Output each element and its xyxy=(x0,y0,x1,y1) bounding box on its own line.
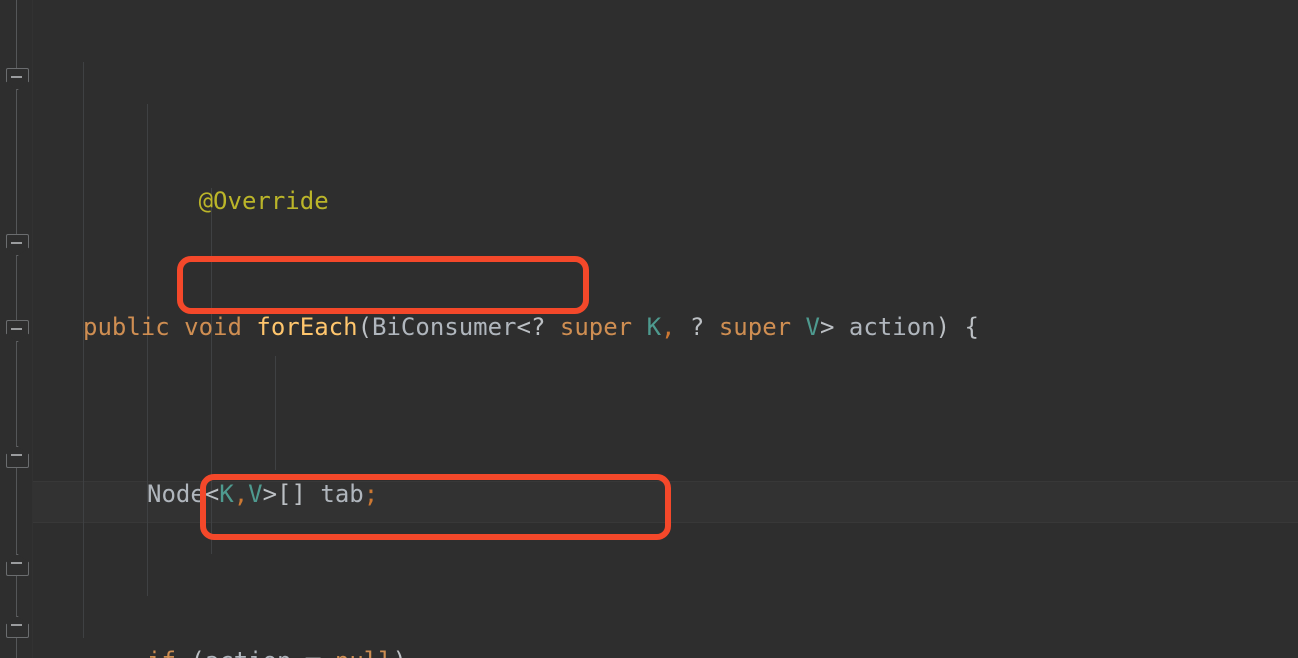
fold-marker-collapse-icon[interactable] xyxy=(6,66,29,90)
fold-marker-end-icon[interactable] xyxy=(6,614,29,638)
code-line[interactable]: if (action ═ null) xyxy=(33,641,1298,658)
fold-marker-collapse-icon[interactable] xyxy=(6,232,29,256)
code-editor-screen: @Override public void forEach(BiConsumer… xyxy=(0,0,1298,658)
fold-marker-end-icon[interactable] xyxy=(6,552,29,576)
editor-gutter xyxy=(0,0,33,658)
code-line[interactable]: public void forEach(BiConsumer<? super K… xyxy=(33,307,1298,349)
fold-marker-end-icon[interactable] xyxy=(6,444,29,468)
editor-surface[interactable]: @Override public void forEach(BiConsumer… xyxy=(33,0,1298,658)
code-text[interactable]: @Override public void forEach(BiConsumer… xyxy=(33,0,1298,658)
annotation-token: @Override xyxy=(198,187,329,216)
code-line[interactable]: Node<K,V>[] tab; xyxy=(33,474,1298,516)
fold-marker-collapse-icon[interactable] xyxy=(6,318,29,342)
code-line[interactable]: @Override xyxy=(33,139,1298,215)
